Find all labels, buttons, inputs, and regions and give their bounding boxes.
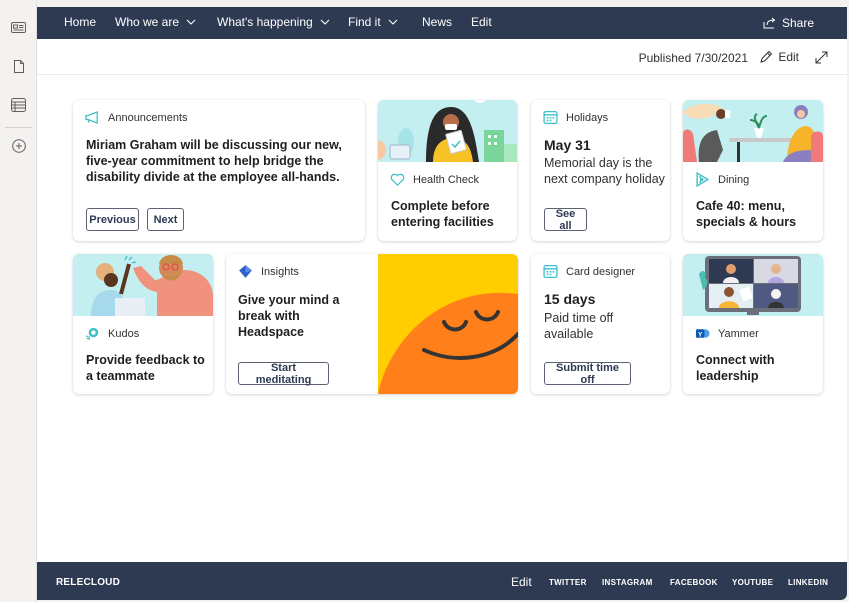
footer-edit-link[interactable]: Edit: [511, 575, 532, 589]
published-date: Published 7/30/2021: [638, 51, 748, 65]
health-check-illustration: [378, 100, 517, 162]
card-header: Health Check: [390, 172, 479, 187]
yammer-title: Connect with leadership: [696, 353, 775, 383]
calendar-icon: [543, 110, 558, 125]
insights-title: Give your mind a break with Headspace: [238, 293, 340, 339]
share-label: Share: [781, 16, 814, 30]
card-category: Kudos: [108, 327, 140, 340]
edit-label: Edit: [778, 50, 799, 64]
footer-link-facebook[interactable]: FACEBOOK: [670, 578, 718, 587]
nav-find-it[interactable]: Find it: [348, 15, 399, 29]
footer-link-twitter[interactable]: TWITTER: [549, 578, 587, 587]
footer: RELECLOUD Edit TWITTER INSTAGRAM FACEBOO…: [37, 562, 847, 600]
health-check-card[interactable]: Health Check Complete before entering fa…: [378, 100, 517, 241]
add-icon[interactable]: [10, 137, 27, 154]
nav-home[interactable]: Home: [64, 15, 96, 29]
dining-card[interactable]: Dining Cafe 40: menu, specials & hours: [683, 100, 823, 241]
submit-time-off-button[interactable]: Submit time off: [544, 362, 631, 386]
insights-icon: [239, 265, 252, 278]
nav-news[interactable]: News: [422, 15, 452, 29]
megaphone-icon: [85, 110, 98, 125]
card-header: Y Yammer: [695, 326, 759, 341]
chevron-down-icon: [388, 19, 398, 25]
yammer-illustration: [683, 254, 823, 316]
edit-page-button[interactable]: Edit: [759, 50, 799, 64]
card-header: Dining: [695, 172, 749, 187]
card-category: Holidays: [566, 111, 609, 124]
nav-label: Find it: [348, 15, 381, 29]
yammer-icon: Y: [695, 329, 710, 338]
footer-link-instagram[interactable]: INSTAGRAM: [602, 578, 653, 587]
footer-link-youtube[interactable]: YOUTUBE: [732, 578, 773, 587]
pto-description: Paid time off available: [544, 311, 614, 341]
heart-icon: [390, 173, 405, 186]
card-designer-card: Card designer 15 days Paid time off avai…: [531, 254, 670, 394]
kudos-card[interactable]: Kudos Provide feedback to a teammate: [73, 254, 213, 394]
headspace-illustration: [378, 254, 518, 394]
pto-amount: 15 days: [544, 291, 596, 307]
share-icon: [763, 17, 776, 29]
kudos-illustration: [73, 254, 213, 316]
announcements-card: Announcements Miriam Graham will be disc…: [73, 100, 365, 241]
top-navigation: Home Who we are What's happening Find it…: [37, 7, 847, 39]
holiday-description: Memorial day is the next company holiday: [544, 156, 665, 186]
yammer-card[interactable]: Y Yammer Connect with leadership: [683, 254, 823, 394]
dining-illustration: [683, 100, 823, 162]
left-rail: [0, 0, 37, 602]
kudos-title: Provide feedback to a teammate: [86, 353, 205, 383]
nav-label: News: [422, 15, 453, 29]
card-header: Kudos: [85, 326, 139, 341]
next-button[interactable]: Next: [147, 208, 184, 231]
rail-divider: [5, 127, 32, 128]
card-category: Announcements: [108, 111, 188, 124]
page-icon[interactable]: [10, 58, 27, 75]
previous-button[interactable]: Previous: [86, 208, 139, 231]
pizza-slice-icon: [696, 172, 710, 187]
pencil-icon: [760, 50, 773, 63]
nav-who-we-are[interactable]: Who we are: [115, 15, 197, 29]
chevron-down-icon: [186, 19, 196, 25]
footer-brand: RELECLOUD: [56, 577, 121, 588]
start-meditating-button[interactable]: Start meditating: [238, 362, 329, 386]
card-category: Health Check: [413, 173, 480, 186]
card-category: Insights: [261, 265, 299, 278]
card-header: Card designer: [543, 264, 635, 279]
expand-icon[interactable]: [815, 51, 828, 64]
kudos-badge-icon: [85, 327, 99, 341]
nav-label: What's happening: [217, 15, 313, 29]
list-icon[interactable]: [10, 96, 27, 113]
nav-edit[interactable]: Edit: [471, 15, 492, 29]
nav-label: Edit: [471, 15, 492, 29]
share-button[interactable]: Share: [763, 16, 814, 30]
insights-card: Insights Give your mind a break with Hea…: [226, 254, 518, 394]
news-icon[interactable]: [10, 19, 27, 36]
calendar-icon: [543, 264, 558, 279]
health-check-title: Complete before entering facilities: [391, 199, 494, 229]
command-bar: Published 7/30/2021 Edit: [37, 39, 847, 75]
holiday-date: May 31: [544, 137, 591, 153]
footer-link-linkedin[interactable]: LINKEDIN: [788, 578, 828, 587]
card-category: Yammer: [718, 327, 759, 340]
nav-label: Home: [64, 15, 97, 29]
nav-label: Who we are: [115, 15, 180, 29]
dining-title: Cafe 40: menu, specials & hours: [696, 199, 797, 229]
announcement-text: Miriam Graham will be discussing our new…: [86, 138, 342, 184]
svg-text:Y: Y: [698, 331, 703, 338]
page: Home Who we are What's happening Find it…: [37, 7, 847, 600]
card-header: Holidays: [543, 110, 608, 125]
nav-whats-happening[interactable]: What's happening: [217, 15, 331, 29]
holidays-card: Holidays May 31 Memorial day is the next…: [531, 100, 670, 241]
card-category: Card designer: [566, 265, 636, 278]
card-category: Dining: [718, 173, 750, 186]
card-header: Announcements: [85, 110, 188, 125]
see-all-button[interactable]: See all: [544, 208, 587, 232]
card-header: Insights: [238, 264, 299, 279]
chevron-down-icon: [320, 19, 330, 25]
